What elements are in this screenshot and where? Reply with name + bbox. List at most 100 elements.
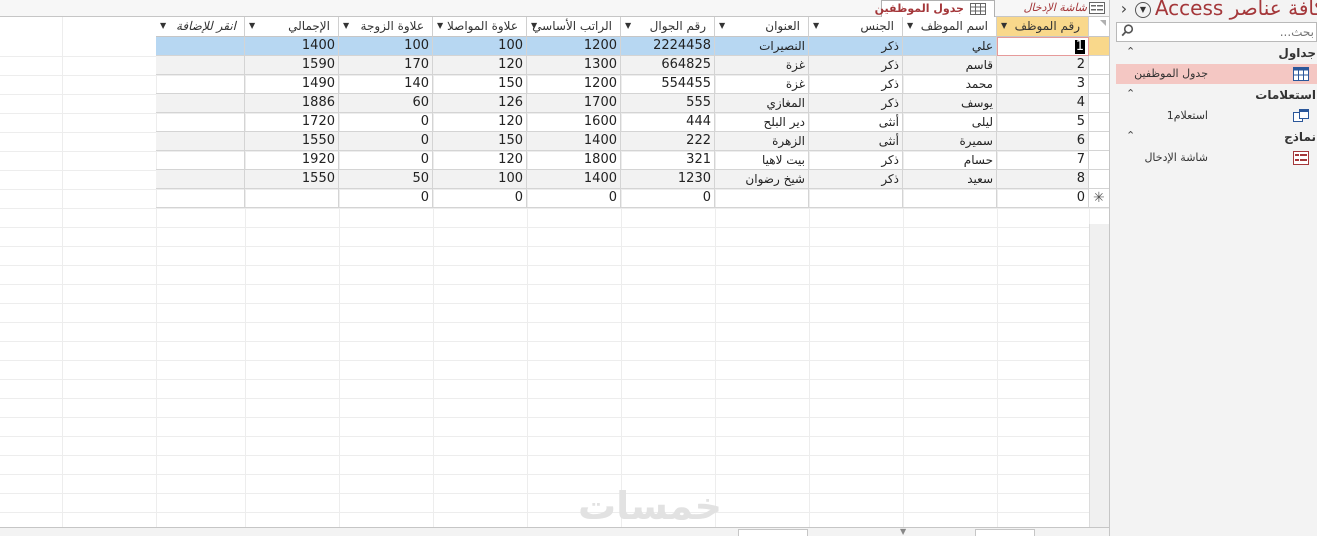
column-header[interactable]: الجنس ▼	[809, 17, 903, 37]
table-cell[interactable]: 60	[339, 94, 433, 113]
table-cell[interactable]: 100	[433, 170, 527, 189]
table-cell[interactable]: 120	[433, 56, 527, 75]
table-cell[interactable]: 1490	[245, 75, 339, 94]
table-cell[interactable]: 0	[621, 189, 715, 208]
search-records-input[interactable]	[738, 529, 808, 536]
table-cell[interactable]: 7	[997, 151, 1089, 170]
table-cell[interactable]: 321	[621, 151, 715, 170]
table-cell[interactable]: 0	[997, 189, 1089, 208]
record-selector[interactable]	[1089, 170, 1109, 189]
table-cell[interactable]: 1300	[527, 56, 621, 75]
table-cell[interactable]: 3	[997, 75, 1089, 94]
table-row[interactable]: 8 سعيد ذكر شيخ رضوان 1230 1400 100 50 1550	[156, 170, 1089, 189]
nav-group-header[interactable]: نماذج ⌃	[1110, 128, 1317, 148]
table-cell[interactable]: 554455	[621, 75, 715, 94]
table-cell[interactable]: 1200	[527, 37, 621, 56]
table-row[interactable]: 7 حسام ذكر بيت لاهيا 321 1800 120 0 1920	[156, 151, 1089, 170]
table-cell[interactable]: بيت لاهيا	[715, 151, 809, 170]
table-cell[interactable]: الزهرة	[715, 132, 809, 151]
chevron-down-icon[interactable]: ▼	[1135, 2, 1151, 18]
table-cell[interactable]: 0	[433, 189, 527, 208]
table-cell[interactable]	[156, 151, 245, 170]
table-cell[interactable]: 150	[433, 75, 527, 94]
sort-filter-dropdown-icon[interactable]: ▼	[907, 21, 913, 30]
table-cell[interactable]: أنثى	[809, 113, 903, 132]
table-cell[interactable]: 120	[433, 113, 527, 132]
column-header[interactable]: الراتب الأساسي ▼	[527, 17, 621, 37]
select-all-corner[interactable]	[1089, 17, 1109, 37]
table-cell[interactable]	[809, 189, 903, 208]
table-cell[interactable]: 2224458	[621, 37, 715, 56]
table-cell[interactable]: أنثى	[809, 132, 903, 151]
current-record-box[interactable]	[975, 529, 1035, 536]
sort-filter-dropdown-icon[interactable]: ▼	[1001, 21, 1007, 30]
table-cell[interactable]	[156, 94, 245, 113]
sort-filter-dropdown-icon[interactable]: ▼	[249, 21, 255, 30]
table-cell[interactable]: 0	[527, 189, 621, 208]
search-icon[interactable]	[1119, 24, 1135, 40]
column-header[interactable]: رقم الجوال ▼	[621, 17, 715, 37]
sort-filter-dropdown-icon[interactable]: ▼	[343, 21, 349, 30]
table-cell[interactable]	[715, 189, 809, 208]
table-cell[interactable]: 444	[621, 113, 715, 132]
table-cell[interactable]: يوسف	[903, 94, 997, 113]
column-header[interactable]: رقم الموظف ▼	[997, 17, 1089, 37]
table-cell[interactable]: 1590	[245, 56, 339, 75]
sort-filter-dropdown-icon[interactable]: ▼	[813, 21, 819, 30]
table-cell[interactable]: 555	[621, 94, 715, 113]
record-selector[interactable]	[1089, 56, 1109, 75]
table-cell[interactable]: 1920	[245, 151, 339, 170]
table-cell[interactable]: 1230	[621, 170, 715, 189]
record-selector[interactable]	[1089, 37, 1109, 56]
table-cell[interactable]: ذكر	[809, 151, 903, 170]
table-cell[interactable]: 100	[339, 37, 433, 56]
table-cell[interactable]: المغازي	[715, 94, 809, 113]
table-cell[interactable]: 150	[433, 132, 527, 151]
table-cell[interactable]: ليلى	[903, 113, 997, 132]
table-cell[interactable]: غزة	[715, 56, 809, 75]
table-cell[interactable]: 50	[339, 170, 433, 189]
sort-filter-dropdown-icon[interactable]: ▼	[160, 21, 166, 30]
record-selector[interactable]: ✳	[1089, 189, 1109, 208]
sort-filter-dropdown-icon[interactable]: ▼	[625, 21, 631, 30]
table-cell[interactable]: 1400	[245, 37, 339, 56]
column-header[interactable]: علاوة المواصلا ▼	[433, 17, 527, 37]
table-cell[interactable]: ذكر	[809, 75, 903, 94]
new-record-row[interactable]: 0 0 0 0 0	[156, 189, 1089, 208]
table-row[interactable]: 3 محمد ذكر غزة 554455 1200 150 140 1490	[156, 75, 1089, 94]
table-cell[interactable]: 664825	[621, 56, 715, 75]
table-cell[interactable]: 2	[997, 56, 1089, 75]
table-cell[interactable]: قاسم	[903, 56, 997, 75]
table-cell[interactable]: 0	[339, 151, 433, 170]
table-cell[interactable]: غزة	[715, 75, 809, 94]
table-cell[interactable]: 1600	[527, 113, 621, 132]
column-header[interactable]: الإجمالي ▼	[245, 17, 339, 37]
filter-icon[interactable]: ▼	[900, 528, 912, 536]
table-cell[interactable]: 1400	[527, 132, 621, 151]
table-cell[interactable]	[156, 189, 245, 208]
tab-employees-table[interactable]: جدول الموظفين	[875, 0, 995, 18]
table-cell[interactable]	[156, 37, 245, 56]
record-selector[interactable]	[1089, 75, 1109, 94]
table-cell[interactable]: 170	[339, 56, 433, 75]
record-selector[interactable]	[1089, 132, 1109, 151]
nav-item[interactable]: شاشة الإدخال	[1116, 148, 1317, 168]
table-cell[interactable]: 1720	[245, 113, 339, 132]
record-selector[interactable]	[1089, 113, 1109, 132]
table-cell[interactable]: 222	[621, 132, 715, 151]
table-cell[interactable]: 1800	[527, 151, 621, 170]
table-cell[interactable]: 1400	[527, 170, 621, 189]
sort-filter-dropdown-icon[interactable]: ▼	[719, 21, 725, 30]
record-selector[interactable]	[1089, 94, 1109, 113]
table-cell[interactable]: 1	[997, 37, 1089, 56]
table-cell[interactable]	[156, 113, 245, 132]
table-cell[interactable]	[156, 56, 245, 75]
table-cell[interactable]: 1700	[527, 94, 621, 113]
sort-filter-dropdown-icon[interactable]: ▼	[531, 21, 537, 30]
sort-filter-dropdown-icon[interactable]: ▼	[437, 21, 443, 30]
table-cell[interactable]: علي	[903, 37, 997, 56]
table-cell[interactable]: ذكر	[809, 94, 903, 113]
column-header[interactable]: علاوة الزوجة ▼	[339, 17, 433, 37]
table-cell[interactable]: 1550	[245, 132, 339, 151]
tab-entry-form[interactable]: شاشة الإدخال	[996, 0, 1109, 17]
